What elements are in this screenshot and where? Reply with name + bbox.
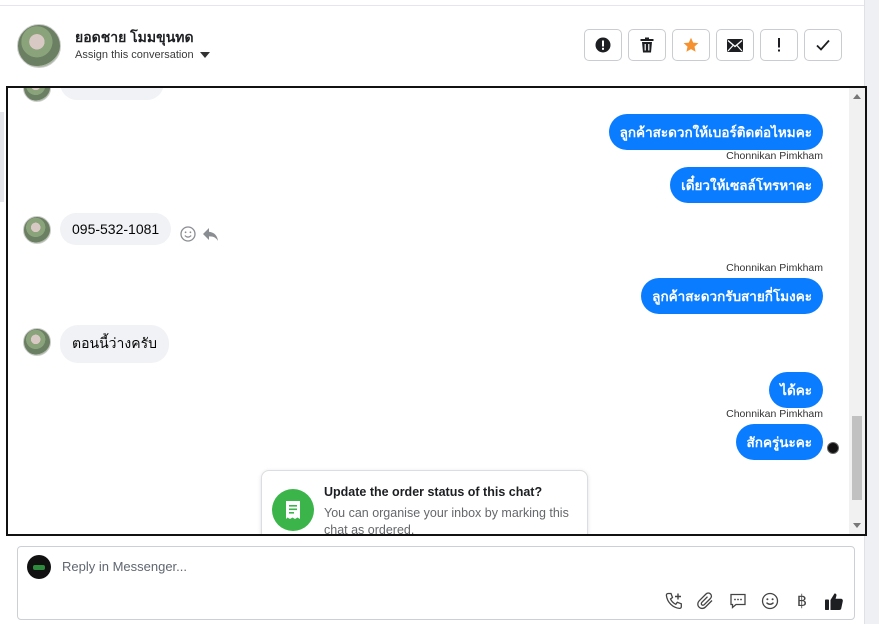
receipt-icon [272, 489, 314, 531]
contact-name[interactable]: ยอดชาย โมมขุนทด [75, 27, 194, 49]
mark-unread-icon [727, 38, 743, 52]
top-edge [0, 0, 864, 6]
order-card-title: Update the order status of this chat? [324, 485, 543, 499]
message-bubble-incoming[interactable]: ตอนนี้ว่างครับ [60, 325, 169, 363]
sender-name: Chonnikan Pimkham [726, 150, 823, 162]
sender-name: Chonnikan Pimkham [726, 262, 823, 274]
saved-reply-icon[interactable] [728, 591, 748, 611]
message-bubble-outgoing[interactable]: เดี๋ยวให้เซลล์โทรหาคะ [670, 167, 823, 203]
follow-up-button[interactable] [760, 29, 798, 61]
mark-spam-button[interactable] [584, 29, 622, 61]
attachment-icon[interactable] [696, 591, 716, 611]
left-panel-edge [0, 112, 4, 202]
page-avatar [27, 555, 51, 579]
order-card-body: You can organise your inbox by marking t… [324, 506, 569, 536]
message-bubble-incoming[interactable]: 095-532-1081 [60, 213, 172, 245]
thread-scrollbar[interactable] [849, 88, 865, 534]
contact-avatar-small[interactable] [23, 328, 51, 356]
sender-name: Chonnikan Pimkham [726, 408, 823, 420]
delete-button[interactable] [628, 29, 666, 61]
action-toolbar [584, 29, 842, 61]
scroll-down-arrow-icon[interactable] [853, 523, 861, 528]
follow-up-icon [778, 38, 780, 52]
scroll-up-arrow-icon[interactable] [853, 94, 861, 99]
baht-icon[interactable]: ฿ [792, 591, 812, 611]
message-bubble-outgoing[interactable]: ลูกค้าสะดวกรับสายกี่โมงคะ [641, 278, 823, 314]
reply-composer: ฿ [17, 546, 855, 620]
delete-icon [640, 37, 654, 53]
done-button[interactable] [804, 29, 842, 61]
message-bubble-outgoing[interactable]: ได้คะ [769, 372, 823, 408]
call-add-icon[interactable] [664, 591, 684, 611]
message-bubble-outgoing[interactable]: สักครู่นะคะ [735, 424, 823, 460]
contact-avatar-small [23, 88, 51, 102]
emoji-icon[interactable] [760, 591, 780, 611]
reply-icon[interactable] [202, 227, 219, 242]
assign-label: Assign this conversation [75, 49, 194, 61]
react-emoji-icon[interactable] [180, 226, 196, 242]
spam-icon [595, 37, 611, 53]
message-bubble-outgoing[interactable]: ลูกค้าสะดวกให้เบอร์ติดต่อไหมคะ [608, 114, 823, 150]
conversation-header: ยอดชาย โมมขุนทด Assign this conversation [0, 7, 864, 85]
mark-unread-button[interactable] [716, 29, 754, 61]
scroll-thumb[interactable] [852, 416, 862, 500]
reply-input[interactable] [62, 559, 662, 574]
star-button[interactable] [672, 29, 710, 61]
star-icon [683, 37, 699, 52]
assign-conversation-dropdown[interactable]: Assign this conversation [75, 49, 210, 61]
like-icon[interactable] [824, 591, 844, 611]
message-thread[interactable]: ลูกค้าสะดวกให้เบอร์ติดต่อไหมคะ Chonnikan… [6, 86, 867, 536]
contact-avatar[interactable] [17, 24, 61, 68]
message-bubble-incoming[interactable] [60, 88, 164, 100]
done-icon [816, 39, 830, 51]
seen-avatar-icon [827, 442, 839, 454]
caret-down-icon [199, 52, 210, 58]
message-actions [180, 226, 219, 242]
contact-avatar-small[interactable] [23, 216, 51, 244]
composer-toolbar: ฿ [664, 591, 844, 611]
order-status-card[interactable]: Update the order status of this chat? Yo… [261, 470, 588, 536]
